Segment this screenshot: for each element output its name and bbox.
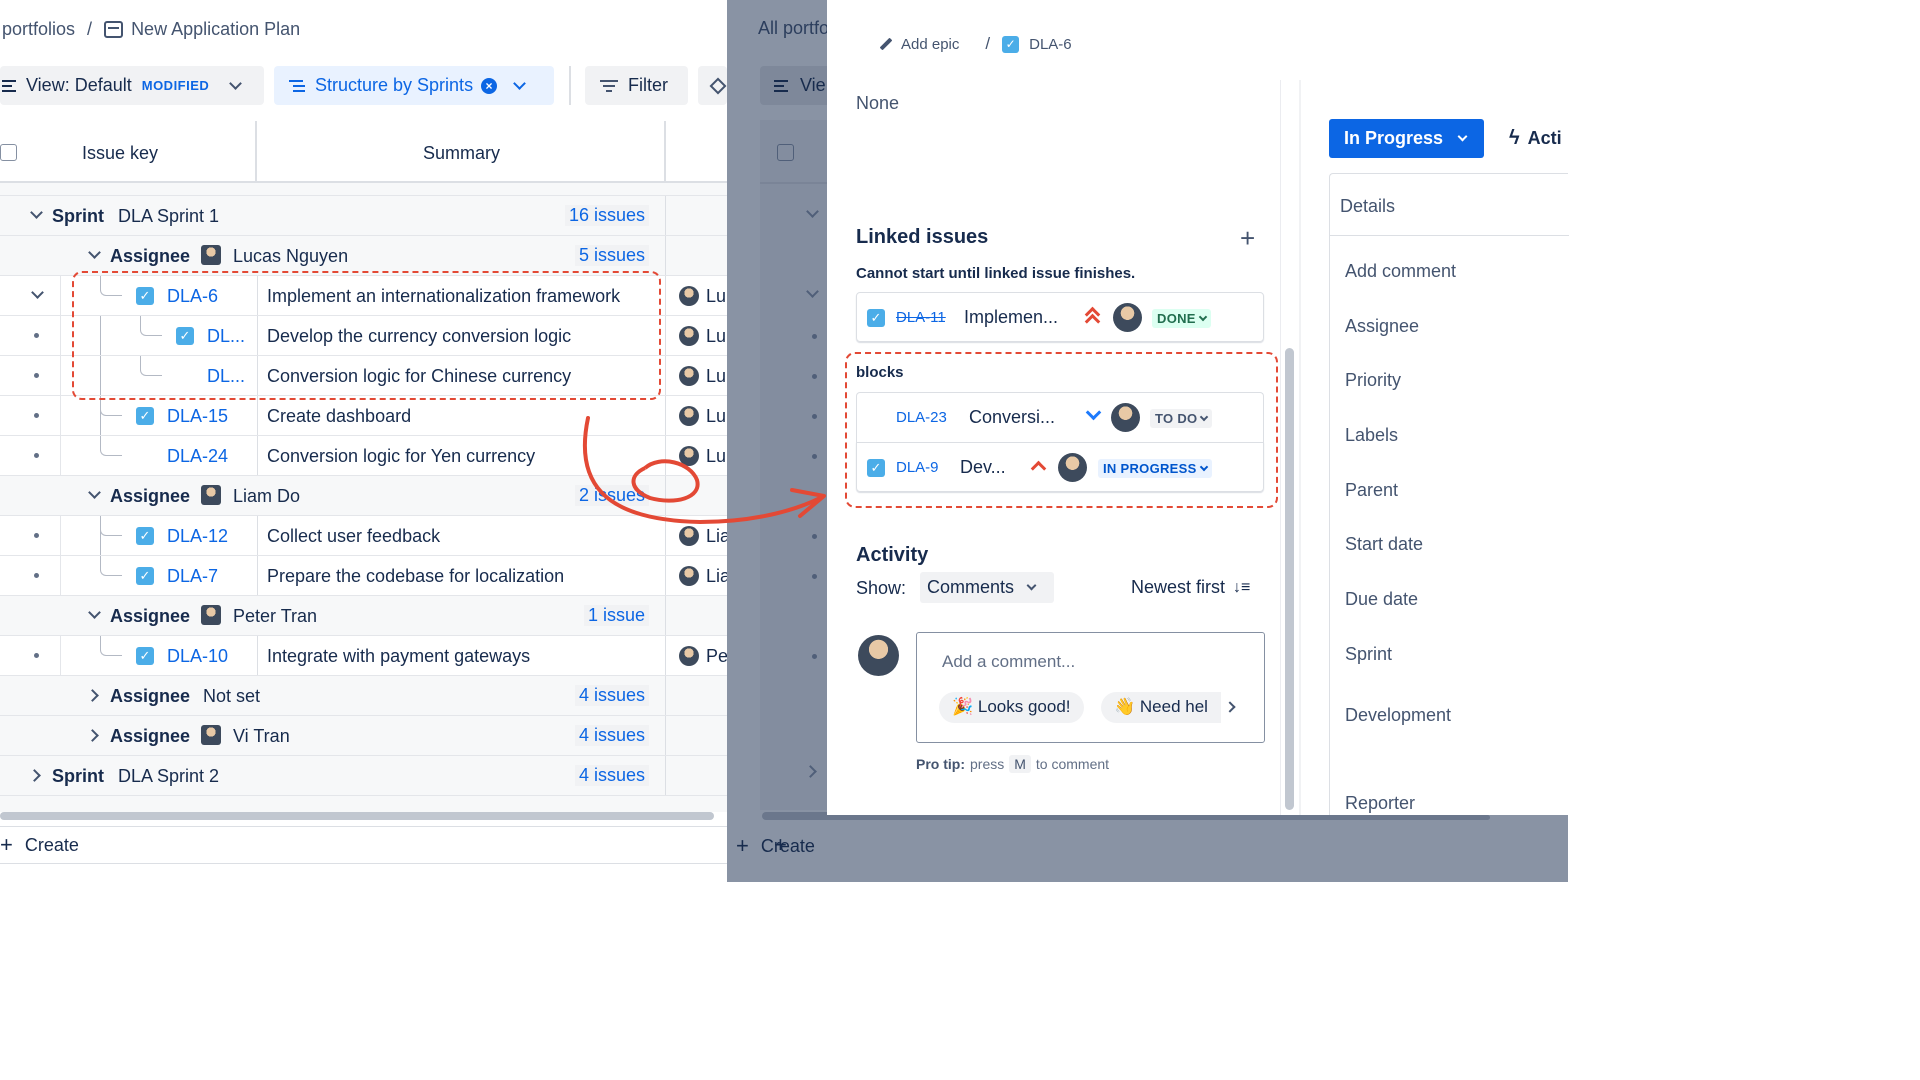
annotation-circle: [631, 459, 700, 503]
annotation-curve: [582, 416, 822, 525]
annotation-arrow: [582, 416, 826, 525]
